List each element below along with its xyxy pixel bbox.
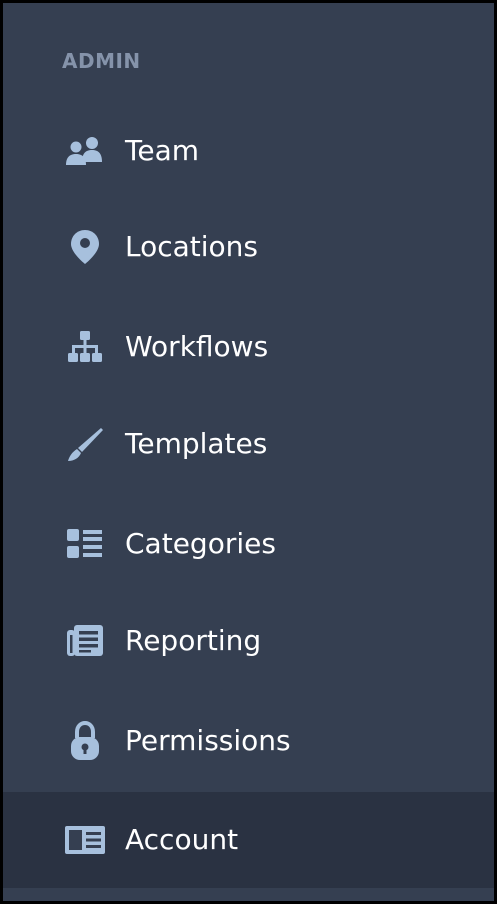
sidebar-item-categories[interactable]: Categories <box>3 496 494 592</box>
team-icon <box>63 129 107 173</box>
sidebar-item-label: Workflows <box>125 330 269 363</box>
sidebar-item-label: Team <box>125 134 200 167</box>
location-pin-icon <box>63 225 107 269</box>
newspaper-icon <box>63 619 107 663</box>
lock-icon <box>63 719 107 763</box>
sidebar-item-label: Account <box>125 823 239 856</box>
workflow-icon <box>63 325 107 369</box>
sidebar-item-label: Categories <box>125 527 276 560</box>
sidebar-item-label: Reporting <box>125 624 262 657</box>
sidebar-item-label: Locations <box>125 230 259 263</box>
admin-sidebar: ADMIN Team Locations Workflows Templates… <box>0 0 497 904</box>
sidebar-item-workflows[interactable]: Workflows <box>3 299 494 395</box>
sidebar-item-account[interactable]: Account <box>3 792 494 888</box>
sidebar-item-reporting[interactable]: Reporting <box>3 593 494 689</box>
sidebar-item-label: Templates <box>125 427 268 460</box>
sidebar-item-templates[interactable]: Templates <box>3 396 494 492</box>
categories-list-icon <box>63 522 107 566</box>
account-card-icon <box>63 818 107 862</box>
sidebar-item-label: Permissions <box>125 724 291 757</box>
sidebar-item-locations[interactable]: Locations <box>3 199 494 295</box>
sidebar-item-team[interactable]: Team <box>3 103 494 199</box>
brush-icon <box>63 422 107 466</box>
sidebar-item-permissions[interactable]: Permissions <box>3 693 494 789</box>
section-title-admin: ADMIN <box>62 49 141 73</box>
